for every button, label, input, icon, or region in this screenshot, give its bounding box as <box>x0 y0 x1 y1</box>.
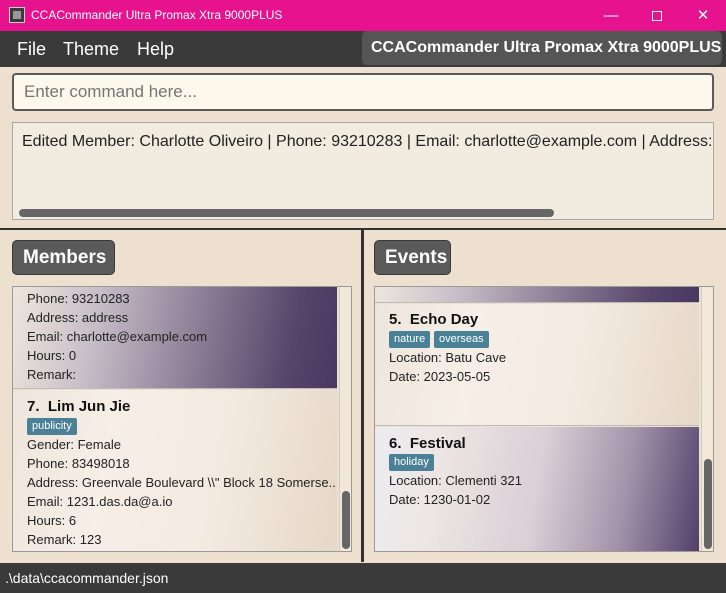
event-name-text: Festival <box>409 435 466 452</box>
events-scrollbar-thumb[interactable] <box>704 459 712 549</box>
members-panel-title: Members <box>12 240 115 275</box>
event-card[interactable]: 5. Echo Day nature overseas Location: Ba… <box>375 304 699 426</box>
member-card[interactable]: 7. Lim Jun Jie publicity Gender: Female … <box>13 390 337 551</box>
events-list[interactable]: 5. Echo Day nature overseas Location: Ba… <box>374 286 714 552</box>
window-title: CCACommander Ultra Promax Xtra 9000PLUS <box>31 8 283 22</box>
member-name-text: Lim Jun Jie <box>47 398 131 415</box>
members-scrollbar[interactable] <box>339 287 351 551</box>
events-scrollbar[interactable] <box>701 287 713 551</box>
divider[interactable] <box>361 228 364 562</box>
member-hours: Hours: 0 <box>27 348 77 363</box>
maximize-button[interactable] <box>634 0 680 31</box>
app-name-badge: CCACommander Ultra Promax Xtra 9000PLUS <box>362 31 722 65</box>
member-email: Email: 1231.das.da@a.io <box>27 494 173 509</box>
event-date: Date: 1230-01-02 <box>389 492 491 507</box>
event-card[interactable]: 6. Festival holiday Location: Clementi 3… <box>375 427 699 551</box>
member-address: Address: Greenvale Boulevard \\" Block 1… <box>27 475 337 490</box>
event-tag: holiday <box>389 454 434 471</box>
member-card[interactable]: Phone: 93210283 Address: address Email: … <box>13 287 337 389</box>
event-name: 5. Echo Day <box>389 311 478 328</box>
result-display: Edited Member: Charlotte Oliveiro | Phon… <box>12 122 714 220</box>
member-gender: Gender: Female <box>27 437 121 452</box>
menu-file[interactable]: File <box>17 39 46 60</box>
event-location: Location: Clementi 321 <box>389 473 522 488</box>
member-remark: Remark: <box>27 367 77 382</box>
minimize-button[interactable]: — <box>588 0 634 31</box>
member-index: 7. <box>27 398 40 415</box>
event-index: 5. <box>389 311 402 328</box>
members-scrollbar-thumb[interactable] <box>342 491 350 549</box>
members-list[interactable]: Phone: 93210283 Address: address Email: … <box>12 286 352 552</box>
event-index: 6. <box>389 435 402 452</box>
member-remark: Remark: 123 <box>27 532 102 547</box>
event-date: Date: 2023-05-05 <box>389 369 491 384</box>
close-button[interactable]: ✕ <box>680 0 726 31</box>
member-address: Address: address <box>27 310 129 325</box>
menu-theme[interactable]: Theme <box>63 39 119 60</box>
result-horizontal-scrollbar[interactable] <box>19 209 554 217</box>
menu-bar: File Theme Help CCACommander Ultra Proma… <box>0 31 726 67</box>
menu-help[interactable]: Help <box>137 39 174 60</box>
command-input[interactable] <box>12 73 714 111</box>
app-icon <box>9 7 25 23</box>
status-bar: .\data\ccacommander.json <box>0 563 726 593</box>
member-tag: publicity <box>27 418 77 435</box>
event-tag: nature <box>389 331 431 348</box>
member-phone: Phone: 93210283 <box>27 291 130 306</box>
maximize-icon <box>652 11 662 22</box>
member-hours: Hours: 6 <box>27 513 77 528</box>
event-tag: overseas <box>434 331 489 348</box>
event-name: 6. Festival <box>389 435 466 452</box>
title-bar: CCACommander Ultra Promax Xtra 9000PLUS … <box>0 0 726 31</box>
data-file-path: .\data\ccacommander.json <box>5 570 169 586</box>
event-name-text: Echo Day <box>409 311 479 328</box>
result-message: Edited Member: Charlotte Oliveiro | Phon… <box>22 133 714 150</box>
member-name: 7. Lim Jun Jie <box>27 398 130 415</box>
events-panel-title: Events <box>374 240 451 275</box>
event-location: Location: Batu Cave <box>389 350 507 365</box>
member-email: Email: charlotte@example.com <box>27 329 208 344</box>
member-phone: Phone: 83498018 <box>27 456 130 471</box>
event-card[interactable] <box>375 287 699 303</box>
